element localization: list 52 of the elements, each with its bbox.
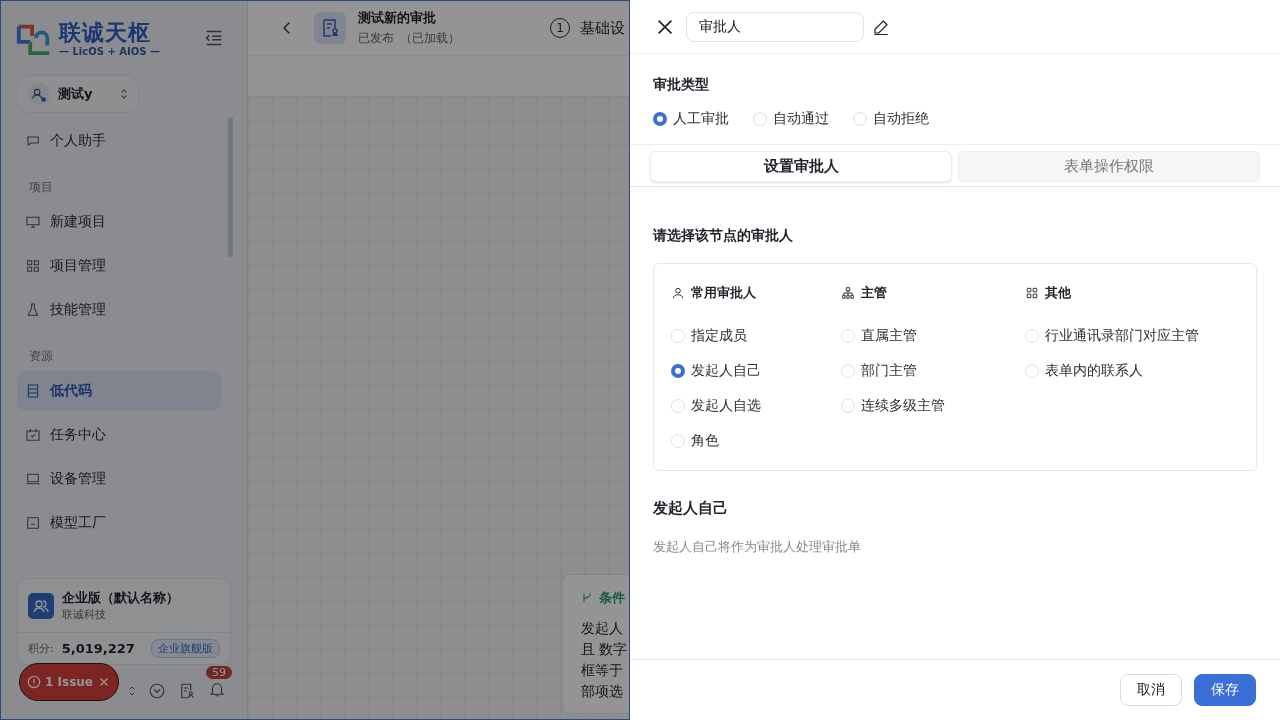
nav-section-label: 资源 <box>28 348 54 365</box>
radio-label[interactable]: 行业通讯录部门对应主管 <box>1045 326 1199 345</box>
workspace-selector[interactable]: 测试y <box>17 75 139 113</box>
radio-label[interactable]: 发起人自己 <box>691 361 761 380</box>
nav-item[interactable]: 模型工厂 <box>17 503 221 543</box>
notification-badge: 59 <box>206 666 232 679</box>
brand-tagline: — LicOS + AIOS — <box>59 45 160 57</box>
condition-text: 框等于 <box>581 661 624 680</box>
nav-item[interactable]: 个人助手 <box>17 121 221 161</box>
nav-item[interactable]: 项目管理 <box>17 246 221 286</box>
nav-item[interactable]: 新建项目 <box>17 202 221 242</box>
condition-text: 且 数字 <box>581 640 629 659</box>
radio-label[interactable]: 部门主管 <box>861 361 917 380</box>
selected-approver-title: 发起人自己 <box>653 499 729 518</box>
radio-label[interactable]: 角色 <box>691 431 719 450</box>
save-button[interactable]: 保存 <box>1194 674 1256 706</box>
condition-text: 部项选 <box>581 682 624 701</box>
organization-name: 企业版（默认名称） <box>62 589 179 607</box>
section-heading: 审批类型 <box>653 76 710 94</box>
nav-item[interactable]: 任务中心 <box>17 415 221 455</box>
cancel-button[interactable]: 取消 <box>1120 674 1182 706</box>
tab[interactable]: 表单操作权限 <box>958 151 1260 182</box>
condition-node-card[interactable]: 条件 发起人 且 数字 框等于 部项选 <box>562 574 629 714</box>
radio-label[interactable]: 表单内的联系人 <box>1045 361 1143 380</box>
condition-title: 条件 <box>599 589 625 607</box>
radio-label[interactable]: 指定成员 <box>691 326 747 345</box>
publish-status: 已发布 <box>358 30 394 47</box>
step-tab[interactable]: 基础设 <box>580 18 625 38</box>
selected-approver-description: 发起人自己将作为审批人处理审批单 <box>653 538 862 556</box>
nav-item[interactable]: 设备管理 <box>17 459 221 499</box>
radio-label[interactable]: 人工审批 <box>673 110 729 128</box>
radio-label[interactable]: 发起人自选 <box>691 396 761 415</box>
group-title: 主管 <box>861 284 887 302</box>
plan-badge: 企业旗舰版 <box>151 639 220 658</box>
radio-label[interactable]: 直属主管 <box>861 326 917 345</box>
section-heading: 请选择该节点的审批人 <box>653 227 794 245</box>
brand-name: 联诚天枢 <box>59 19 152 46</box>
group-title: 其他 <box>1045 284 1071 302</box>
points-value: 5,019,227 <box>61 641 135 656</box>
process-title: 测试新的审批 <box>358 9 437 27</box>
radio-label[interactable]: 自动通过 <box>773 110 829 128</box>
radio-label[interactable]: 自动拒绝 <box>873 110 929 128</box>
company-name: 联诚科技 <box>62 607 107 622</box>
radio-label[interactable]: 连续多级主管 <box>861 396 945 415</box>
nav-section-label: 项目 <box>28 179 54 196</box>
condition-text: 发起人 <box>581 619 624 638</box>
group-title: 常用审批人 <box>691 284 756 302</box>
load-status: （已加载） <box>400 30 460 47</box>
points-label: 积分: <box>28 641 54 656</box>
node-name-field[interactable]: 审批人 <box>686 11 864 42</box>
tab[interactable]: 设置审批人 <box>650 151 952 182</box>
nav-item[interactable]: 技能管理 <box>17 290 221 330</box>
